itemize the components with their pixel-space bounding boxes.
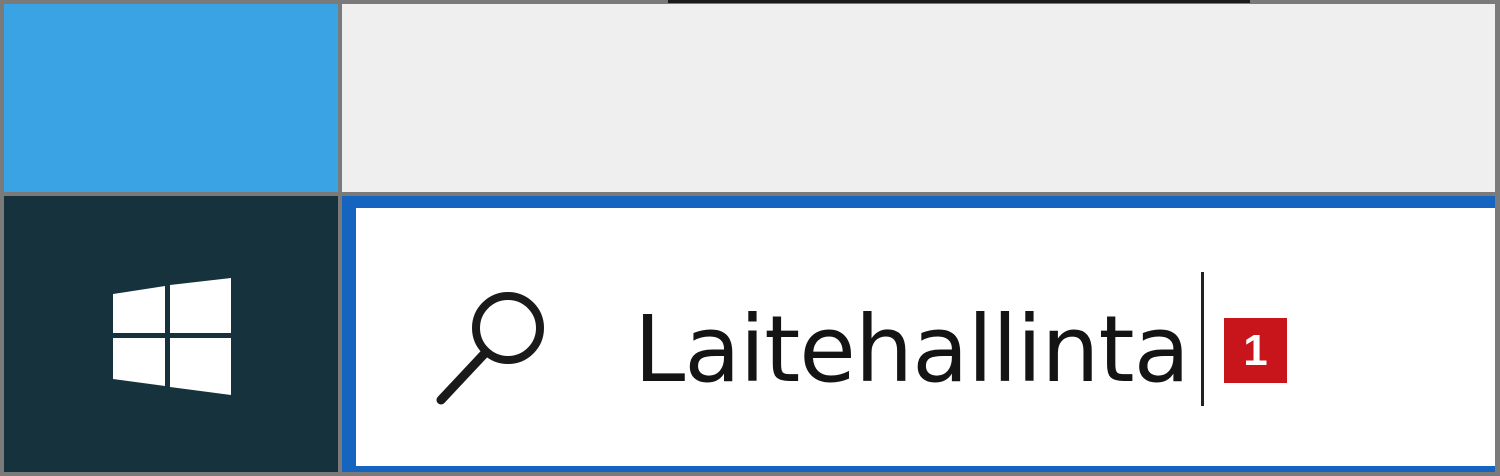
- search-field-surface[interactable]: Laitehallinta 1: [356, 208, 1495, 466]
- search-icon: [436, 292, 544, 405]
- start-menu-panel: [342, 4, 1495, 192]
- text-caret: [1201, 272, 1204, 406]
- windows-logo-icon: [113, 278, 231, 395]
- taskbar-search-box[interactable]: Laitehallinta 1: [342, 196, 1495, 472]
- screenshot-frame: Laitehallinta 1: [0, 0, 1500, 476]
- search-input[interactable]: Laitehallinta: [634, 304, 1190, 396]
- start-button[interactable]: [4, 196, 338, 472]
- step-badge: 1: [1224, 318, 1287, 383]
- start-menu-tile[interactable]: [4, 4, 338, 192]
- window-edge: [668, 0, 1250, 3]
